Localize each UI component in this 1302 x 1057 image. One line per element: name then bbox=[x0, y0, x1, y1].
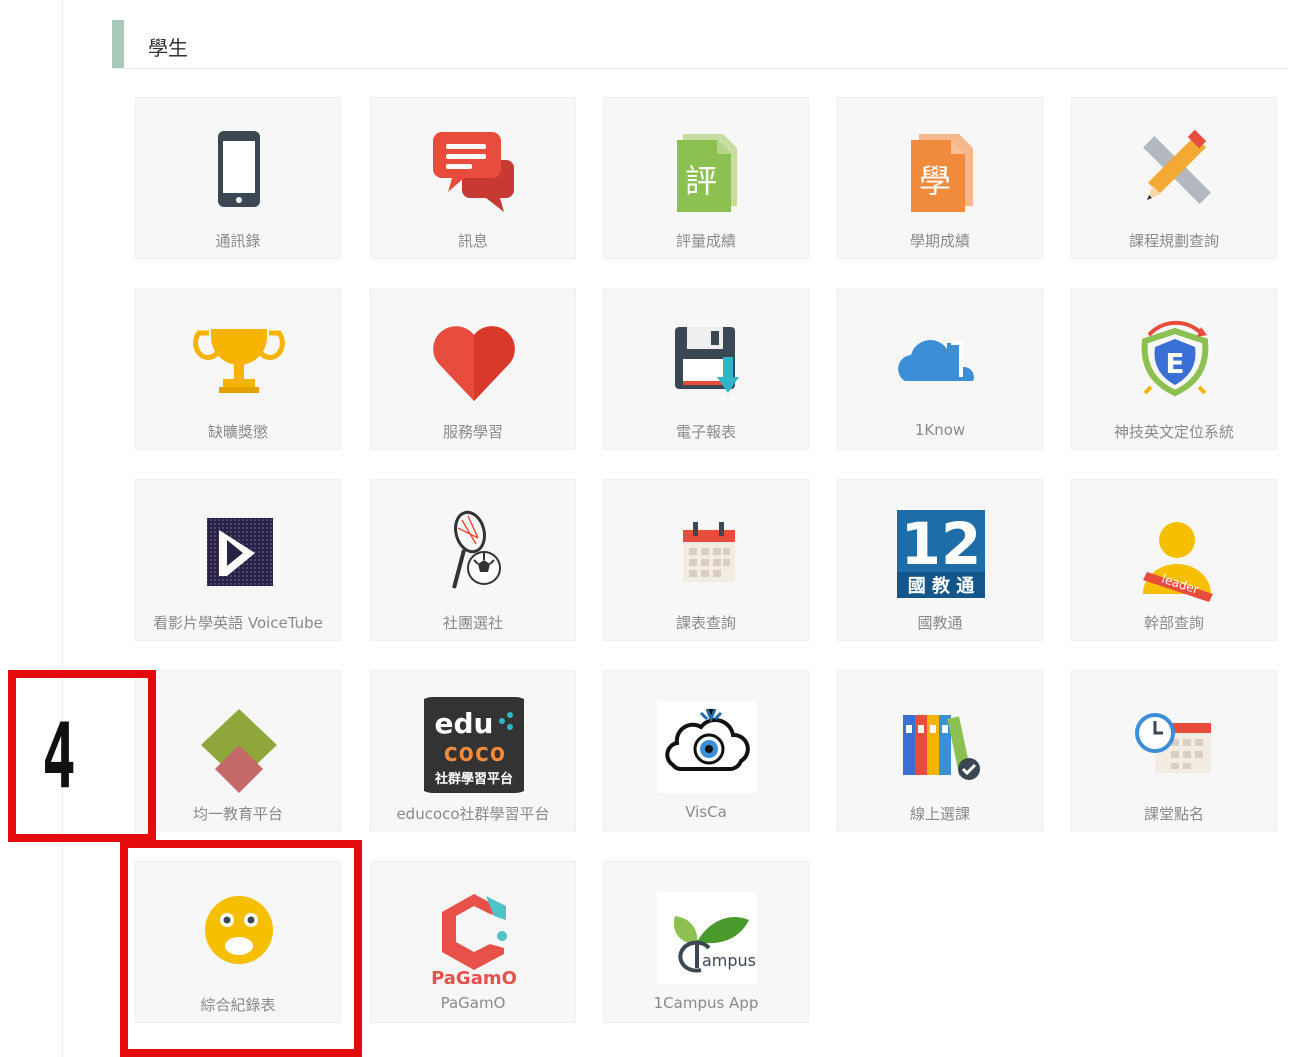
chat-bubbles-icon bbox=[424, 120, 524, 220]
app-label: 線上選課 bbox=[909, 805, 970, 823]
app-tile-english-placement[interactable]: E 神技英文定位系統 bbox=[1071, 288, 1277, 450]
racket-ball-icon bbox=[424, 502, 524, 602]
app-label: VisCa bbox=[685, 803, 727, 821]
left-rule bbox=[62, 0, 63, 1057]
app-tile-voicetube[interactable]: 看影片學英語 VoiceTube bbox=[135, 479, 341, 641]
document-xue-icon: 學 bbox=[891, 120, 991, 220]
annotation-box-highlight bbox=[120, 840, 362, 1057]
binders-icon bbox=[891, 693, 991, 793]
clock-calendar-icon bbox=[1125, 693, 1225, 793]
app-label: 服務學習 bbox=[442, 423, 503, 441]
document-ping-glyph: 評 bbox=[685, 162, 717, 200]
e-shield-icon: E bbox=[1125, 311, 1225, 411]
app-label: 課程規劃查詢 bbox=[1128, 232, 1219, 250]
section-header: 學生 bbox=[112, 20, 1288, 69]
leader-icon: leader bbox=[1125, 502, 1225, 602]
app-label: 課表查詢 bbox=[675, 614, 736, 632]
app-tile-cadre-query[interactable]: leader 幹部查詢 bbox=[1071, 479, 1277, 641]
app-label: 神技英文定位系統 bbox=[1113, 423, 1234, 441]
svg-text:E: E bbox=[1165, 347, 1184, 380]
cloud-icon bbox=[891, 311, 991, 411]
campus-wordmark: ampus bbox=[702, 951, 756, 970]
section-accent-bar bbox=[112, 20, 124, 68]
annotation-box-number bbox=[8, 670, 156, 842]
pagamo-wordmark: PaGamO bbox=[431, 968, 517, 984]
educoco-edu-text: edu bbox=[435, 707, 494, 740]
twelve-badge-caption: 國 教 通 bbox=[908, 575, 975, 597]
app-tile-course-planning[interactable]: 課程規劃查詢 bbox=[1071, 97, 1277, 259]
app-label: 通訊錄 bbox=[215, 232, 261, 250]
calendar-icon bbox=[657, 502, 757, 602]
app-label: 學期成績 bbox=[909, 232, 970, 250]
app-label: 訊息 bbox=[457, 232, 488, 250]
app-tile-assessment-grades[interactable]: 評 評量成績 bbox=[603, 97, 809, 259]
twelve-badge-icon: 12 國 教 通 bbox=[891, 502, 991, 602]
app-label: 課堂點名 bbox=[1143, 805, 1204, 823]
app-tile-1know[interactable]: 1Know bbox=[837, 288, 1043, 450]
phone-icon bbox=[189, 120, 289, 220]
app-label: 看影片學英語 VoiceTube bbox=[153, 614, 323, 632]
app-label: 幹部查詢 bbox=[1143, 614, 1204, 632]
app-tile-educoco[interactable]: edu coco 社群學習平台 educoco社群學習平台 bbox=[370, 670, 576, 832]
app-label: 評量成績 bbox=[675, 232, 736, 250]
pagamo-icon: PaGamO bbox=[424, 884, 524, 984]
campus-sprout-icon: ampus bbox=[657, 884, 757, 984]
educoco-caption-text: 社群學習平台 bbox=[434, 771, 513, 787]
voicetube-icon bbox=[189, 502, 289, 602]
trophy-icon bbox=[189, 311, 289, 411]
app-tile-national-education[interactable]: 12 國 教 通 國教通 bbox=[837, 479, 1043, 641]
app-tile-messages[interactable]: 訊息 bbox=[370, 97, 576, 259]
app-tile-pagamo[interactable]: PaGamO PaGamO bbox=[370, 861, 576, 1023]
junyi-diamond-icon bbox=[189, 693, 289, 793]
eye-cloud-icon bbox=[657, 693, 757, 793]
app-tile-contacts[interactable]: 通訊錄 bbox=[135, 97, 341, 259]
annotation-step-number: 4 bbox=[42, 704, 76, 809]
document-ping-icon: 評 bbox=[657, 120, 757, 220]
app-tile-1campus-app[interactable]: ampus 1Campus App bbox=[603, 861, 809, 1023]
app-label: PaGamO bbox=[440, 994, 506, 1012]
app-label: 1Know bbox=[914, 421, 966, 439]
app-tile-class-roll-call[interactable]: 課堂點名 bbox=[1071, 670, 1277, 832]
app-tile-e-report[interactable]: 電子報表 bbox=[603, 288, 809, 450]
app-label: 電子報表 bbox=[675, 423, 736, 441]
app-label: 均一教育平台 bbox=[192, 805, 283, 823]
app-label: 1Campus App bbox=[653, 994, 759, 1012]
floppy-download-icon bbox=[657, 311, 757, 411]
educoco-coco-text: coco bbox=[443, 738, 506, 768]
pencil-ruler-icon bbox=[1125, 120, 1225, 220]
app-tile-club-selection[interactable]: 社團選社 bbox=[370, 479, 576, 641]
twelve-badge-number: 12 bbox=[901, 510, 982, 578]
document-xue-glyph: 學 bbox=[919, 162, 951, 200]
app-tile-timetable[interactable]: 課表查詢 bbox=[603, 479, 809, 641]
app-tile-semester-grades[interactable]: 學 學期成績 bbox=[837, 97, 1043, 259]
educoco-icon: edu coco 社群學習平台 bbox=[424, 693, 524, 793]
app-tile-online-course-selection[interactable]: 線上選課 bbox=[837, 670, 1043, 832]
app-label: educoco社群學習平台 bbox=[396, 805, 550, 823]
app-label: 國教通 bbox=[917, 614, 963, 632]
app-tile-visca[interactable]: VisCa bbox=[603, 670, 809, 832]
app-label: 缺曠獎懲 bbox=[207, 423, 268, 441]
app-tile-service-learning[interactable]: 服務學習 bbox=[370, 288, 576, 450]
app-label: 社團選社 bbox=[442, 614, 503, 632]
section-title: 學生 bbox=[148, 36, 188, 60]
heart-icon bbox=[424, 311, 524, 411]
app-tile-junyi[interactable]: 均一教育平台 bbox=[135, 670, 341, 832]
app-tile-attendance-rewards[interactable]: 缺曠獎懲 bbox=[135, 288, 341, 450]
